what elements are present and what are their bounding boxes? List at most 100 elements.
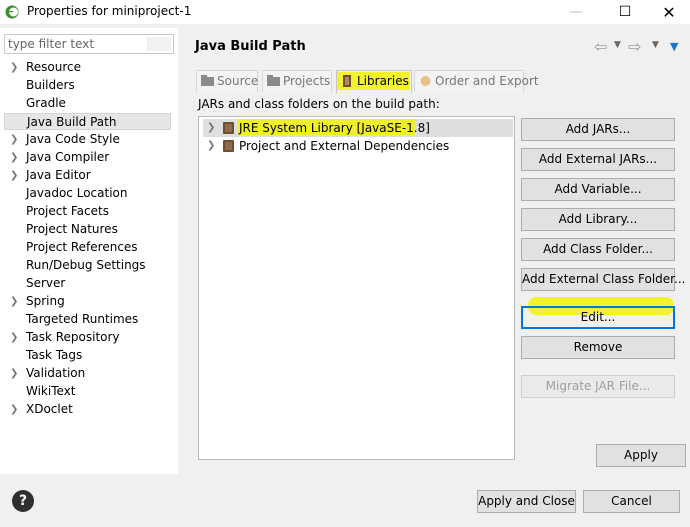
close-button[interactable]: ✕	[646, 0, 690, 24]
apply-and-close-button[interactable]: Apply and Close	[477, 490, 576, 513]
expand-arrow-icon[interactable]: ❯	[10, 293, 22, 310]
tree-item-label: Java Compiler	[26, 150, 110, 164]
tree-item-java-compiler[interactable]: ❯ Java Compiler	[4, 149, 171, 166]
tree-item-label: Targeted Runtimes	[26, 312, 139, 326]
expand-arrow-icon[interactable]: ❯	[10, 59, 22, 76]
tree-item-task-repository[interactable]: ❯ Task Repository	[4, 329, 171, 346]
add-variable-button[interactable]: Add Variable...	[521, 178, 675, 201]
add-class-folder-button[interactable]: Add Class Folder...	[521, 238, 675, 261]
tree-item-label: Project Facets	[26, 204, 109, 218]
apply-button[interactable]: Apply	[596, 444, 686, 467]
tree-item-label: Task Repository	[26, 330, 120, 344]
tab-libraries[interactable]: Libraries	[336, 70, 412, 93]
dialog-button-bar: ? Apply and Close Cancel	[0, 478, 690, 527]
expand-arrow-icon[interactable]: ❯	[10, 167, 22, 184]
tree-item-label: Javadoc Location	[26, 186, 128, 200]
add-external-class-folder-button[interactable]: Add External Class Folder...	[521, 268, 685, 291]
tree-item-builders[interactable]: Builders	[4, 77, 171, 94]
back-arrow-icon[interactable]: ⇦	[594, 37, 607, 56]
view-menu-chevron-icon[interactable]: ▼	[670, 40, 678, 53]
tree-item-gradle[interactable]: Gradle	[4, 95, 171, 112]
filter-clear-icon[interactable]	[147, 37, 171, 51]
tree-item-run-debug-settings[interactable]: Run/Debug Settings	[4, 257, 171, 274]
tree-item-task-tags[interactable]: Task Tags	[4, 347, 171, 364]
libraries-icon	[341, 75, 354, 87]
libraries-list[interactable]: ❯ JRE System Library [JavaSE-1.8] ❯ Proj…	[198, 116, 515, 460]
tree-item-label: Task Tags	[26, 348, 83, 362]
tree-item-label: Builders	[26, 78, 75, 92]
tree-item-label: Java Editor	[26, 168, 91, 182]
tab-projects[interactable]: Projects	[262, 70, 332, 92]
library-icon	[223, 140, 234, 152]
order-export-icon	[419, 75, 432, 87]
page-title: Java Build Path	[195, 39, 306, 54]
tab-source-label: Source	[217, 74, 259, 88]
list-item-label: JRE System Library [JavaSE-1.8]	[239, 121, 430, 135]
expand-arrow-icon[interactable]: ❯	[10, 365, 22, 382]
tree-item-label: Resource	[26, 60, 82, 74]
tree-item-javadoc-location[interactable]: Javadoc Location	[4, 185, 171, 202]
tree-item-label: Validation	[26, 366, 86, 380]
java-build-path-page: Java Build Path ⇦ ▼ ⇨ ▼ ▼ Source Project…	[182, 28, 690, 474]
window-title: Properties for miniproject-1	[27, 4, 192, 18]
list-item-jre[interactable]: ❯ JRE System Library [JavaSE-1.8]	[203, 119, 513, 137]
library-icon	[223, 122, 234, 134]
back-menu-chevron-icon[interactable]: ▼	[614, 40, 621, 50]
forward-menu-chevron-icon[interactable]: ▼	[652, 40, 659, 50]
filter-placeholder: type filter text	[8, 37, 95, 51]
expand-arrow-icon[interactable]: ❯	[10, 149, 22, 166]
tab-source[interactable]: Source	[196, 70, 258, 92]
forward-arrow-icon[interactable]: ⇨	[628, 37, 641, 56]
projects-icon	[267, 75, 280, 87]
list-item-dependencies[interactable]: ❯ Project and External Dependencies	[203, 137, 513, 155]
maximize-button[interactable]: ☐	[602, 0, 648, 24]
tab-order-export[interactable]: Order and Export	[414, 70, 539, 92]
source-icon	[201, 75, 214, 87]
tree-item-label: XDoclet	[26, 402, 73, 416]
tree-item-wikitext[interactable]: WikiText	[4, 383, 171, 400]
cancel-button[interactable]: Cancel	[583, 490, 680, 513]
tree-item-project-natures[interactable]: Project Natures	[4, 221, 171, 238]
tree-item-label: Spring	[26, 294, 65, 308]
minimize-button[interactable]: —	[553, 0, 599, 24]
tree-item-label: Server	[26, 276, 66, 290]
title-bar: Properties for miniproject-1 — ☐ ✕	[0, 0, 690, 24]
migrate-jar-button[interactable]: Migrate JAR File...	[521, 375, 675, 398]
tree-item-resource[interactable]: ❯ Resource	[4, 59, 171, 76]
filter-input[interactable]: type filter text	[4, 34, 174, 54]
tree-item-server[interactable]: Server	[4, 275, 171, 292]
tree-item-project-facets[interactable]: Project Facets	[4, 203, 171, 220]
tree-item-label: Java Build Path	[27, 115, 117, 129]
help-icon[interactable]: ?	[12, 490, 34, 512]
tree-item-targeted-runtimes[interactable]: Targeted Runtimes	[4, 311, 171, 328]
tree-item-label: Gradle	[26, 96, 66, 110]
property-pages-pane: type filter text ❯ Resource Builders Gradle…	[0, 28, 178, 474]
tree-item-validation[interactable]: ❯ Validation	[4, 365, 171, 382]
add-library-button[interactable]: Add Library...	[521, 208, 675, 231]
edit-button[interactable]: Edit...	[521, 306, 675, 329]
tree-item-spring[interactable]: ❯ Spring	[4, 293, 171, 310]
tree-item-project-references[interactable]: Project References	[4, 239, 171, 256]
add-external-jars-button[interactable]: Add External JARs...	[521, 148, 675, 171]
tab-libraries-label: Libraries	[357, 74, 409, 88]
tree-item-xdoclet[interactable]: ❯ XDoclet	[4, 401, 171, 418]
tree-item-java-editor[interactable]: ❯ Java Editor	[4, 167, 171, 184]
tab-order-export-label: Order and Export	[435, 74, 539, 88]
libraries-heading: JARs and class folders on the build path…	[198, 97, 440, 111]
eclipse-app-icon	[5, 5, 19, 19]
expand-arrow-icon[interactable]: ❯	[207, 119, 215, 137]
tree-item-label: Project Natures	[26, 222, 118, 236]
expand-arrow-icon[interactable]: ❯	[207, 137, 215, 155]
tree-item-label: Project References	[26, 240, 138, 254]
expand-arrow-icon[interactable]: ❯	[10, 131, 22, 148]
expand-arrow-icon[interactable]: ❯	[10, 329, 22, 346]
tree-item-label: WikiText	[26, 384, 76, 398]
tree-item-java-build-path[interactable]: Java Build Path	[4, 113, 171, 130]
expand-arrow-icon[interactable]: ❯	[10, 401, 22, 418]
tree-item-java-code-style[interactable]: ❯ Java Code Style	[4, 131, 171, 148]
tree-item-label: Java Code Style	[26, 132, 120, 146]
tab-projects-label: Projects	[283, 74, 331, 88]
tree-item-label: Run/Debug Settings	[26, 258, 146, 272]
remove-button[interactable]: Remove	[521, 336, 675, 359]
add-jars-button[interactable]: Add JARs...	[521, 118, 675, 141]
